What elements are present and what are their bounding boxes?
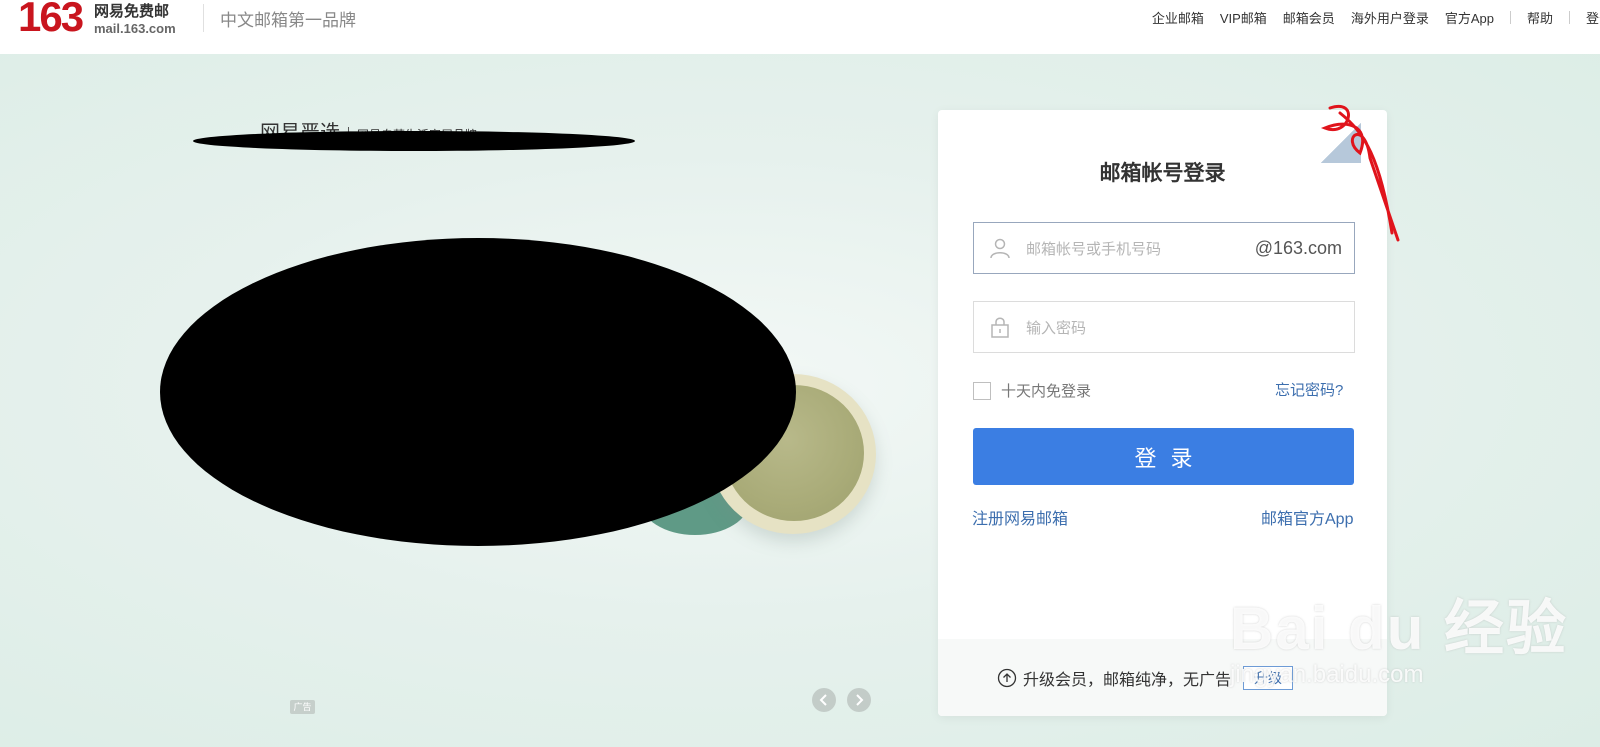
redaction-ellipse	[160, 238, 796, 546]
top-header: 163 网易免费邮 mail.163.com 中文邮箱第一品牌 企业邮箱 VIP…	[0, 0, 1600, 54]
account-field[interactable]: @163.com	[973, 222, 1355, 274]
remember-me[interactable]: 十天内免登录	[973, 380, 1091, 401]
account-input[interactable]	[1024, 235, 1248, 263]
nav-divider	[1509, 11, 1511, 24]
domain-suffix: @163.com	[1254, 238, 1342, 258]
upgrade-arrow-icon	[997, 668, 1017, 688]
header-divider	[203, 4, 204, 32]
carousel-prev-button[interactable]	[812, 688, 836, 712]
nav-help[interactable]: 帮助	[1527, 8, 1553, 27]
login-panel	[938, 110, 1387, 716]
password-field[interactable]	[973, 301, 1355, 353]
header-slogan: 中文邮箱第一品牌	[220, 11, 356, 30]
logo-163[interactable]: 163	[18, 0, 84, 41]
nav-divider	[1568, 11, 1570, 24]
forgot-password-link[interactable]: 忘记密码?	[1275, 379, 1343, 400]
carousel-next-button[interactable]	[847, 688, 871, 712]
logo-cn-text: 网易免费邮	[94, 3, 170, 20]
logo-domain-text: mail.163.com	[94, 21, 176, 36]
nav-enterprise-mail[interactable]: 企业邮箱	[1152, 8, 1204, 27]
login-title: 邮箱帐号登录	[1099, 162, 1226, 185]
nav-member[interactable]: 邮箱会员	[1283, 8, 1335, 27]
nav-vip-mail[interactable]: VIP邮箱	[1220, 8, 1267, 27]
login-button[interactable]: 登录	[973, 428, 1354, 485]
nav-official-app[interactable]: 官方App	[1445, 8, 1494, 27]
chevron-right-icon	[856, 694, 864, 706]
nav-overseas-login[interactable]: 海外用户登录	[1351, 8, 1429, 27]
lock-icon	[991, 317, 1009, 338]
remember-checkbox[interactable]	[973, 381, 991, 400]
chevron-left-icon	[819, 694, 827, 706]
register-link[interactable]: 注册网易邮箱	[972, 505, 1068, 529]
ad-badge: 广告	[290, 700, 315, 714]
password-input[interactable]	[1024, 314, 1248, 342]
official-app-link[interactable]: 邮箱官方App	[1261, 505, 1353, 529]
upgrade-text: 升级会员，邮箱纯净，无广告	[1023, 672, 1232, 689]
upgrade-promo: 升级会员，邮箱纯净，无广告 升级	[997, 666, 1294, 690]
remember-label: 十天内免登录	[1001, 383, 1092, 400]
user-icon	[990, 238, 1010, 259]
top-nav: 企业邮箱 VIP邮箱 邮箱会员 海外用户登录 官方App 帮助 登录	[1144, 8, 1600, 27]
nav-login[interactable]: 登录	[1586, 8, 1600, 27]
redaction-strip	[193, 131, 635, 151]
upgrade-button[interactable]: 升级	[1243, 666, 1294, 690]
